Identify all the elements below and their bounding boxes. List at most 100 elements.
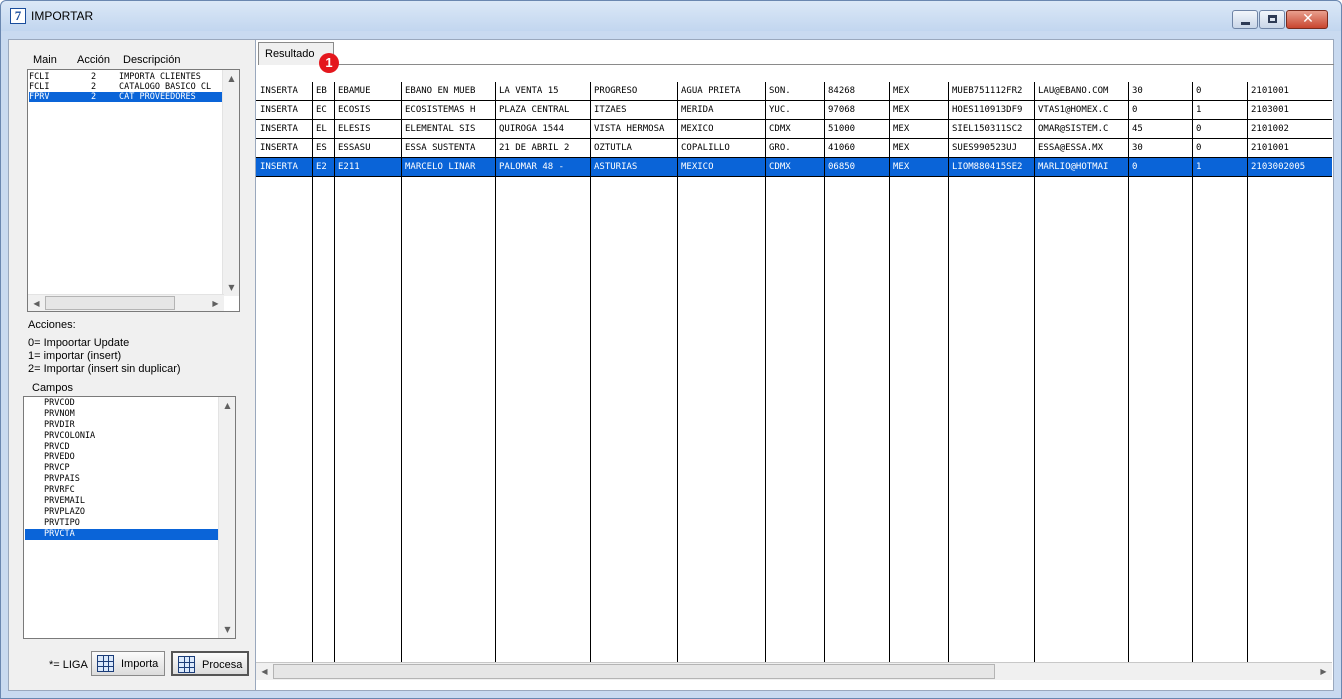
table-cell[interactable]: ESSASU [335, 139, 401, 157]
table-cell[interactable]: 2103001 [1248, 101, 1332, 119]
campos-vscroll[interactable]: ▲ ▼ [218, 397, 235, 638]
table-row[interactable]: INSERTA ES ESSASU ESSA SUSTENTA 21 DE ABRIL … [256, 139, 1332, 158]
table-cell[interactable]: ITZAES [591, 101, 677, 119]
table-cell[interactable]: PLAZA CENTRAL [496, 101, 590, 119]
table-cell[interactable]: EBAMUE [335, 82, 401, 100]
table-cell[interactable]: ELEMENTAL SIS [402, 120, 495, 138]
table-cell[interactable]: E211 [335, 158, 401, 176]
table-cell[interactable]: PALOMAR 48 - [496, 158, 590, 176]
table-cell[interactable]: MEX [890, 158, 948, 176]
importa-button[interactable]: Importa [91, 651, 165, 676]
table-cell[interactable]: PROGRESO [591, 82, 677, 100]
table-cell[interactable]: OZTUTLA [591, 139, 677, 157]
table-cell[interactable]: LA VENTA 15 [496, 82, 590, 100]
table-cell[interactable]: 2103002005 [1248, 158, 1332, 176]
results-grid[interactable]: INSERTA EB EBAMUE EBANO EN MUEB LA VENTA 15 P… [256, 82, 1332, 662]
table-cell[interactable]: EB [313, 82, 334, 100]
table-cell[interactable]: 0 [1129, 158, 1192, 176]
table-cell[interactable]: MEX [890, 101, 948, 119]
table-cell[interactable]: 97068 [825, 101, 889, 119]
table-cell[interactable]: EC [313, 101, 334, 119]
table-cell[interactable]: ECOSISTEMAS H [402, 101, 495, 119]
table-cell[interactable]: 51000 [825, 120, 889, 138]
close-button[interactable]: ✕ [1286, 10, 1328, 29]
table-cell[interactable]: 0 [1193, 120, 1247, 138]
scroll-down-icon[interactable]: ▼ [219, 621, 235, 638]
scroll-right-icon[interactable]: ▶ [207, 295, 224, 311]
list-item[interactable]: FCLI 2 IMPORTA CLIENTES [29, 72, 224, 82]
table-cell[interactable]: INSERTA [257, 158, 312, 176]
table-cell[interactable]: ESSA SUSTENTA [402, 139, 495, 157]
table-cell[interactable]: YUC. [766, 101, 824, 119]
table-cell[interactable]: COPALILLO [678, 139, 765, 157]
table-cell[interactable]: AGUA PRIETA [678, 82, 765, 100]
campo-item[interactable]: PRVEDO [25, 452, 218, 463]
table-cell[interactable]: 41060 [825, 139, 889, 157]
table-cell[interactable]: 0 [1129, 101, 1192, 119]
table-cell[interactable]: MEX [890, 82, 948, 100]
table-row[interactable]: INSERTA EC ECOSIS ECOSISTEMAS H PLAZA CENTRA… [256, 101, 1332, 120]
table-cell[interactable]: 30 [1129, 82, 1192, 100]
campo-item[interactable]: PRVTIPO [25, 518, 218, 529]
table-row[interactable]: INSERTA EL ELESIS ELEMENTAL SIS QUIROGA 1544… [256, 120, 1332, 139]
scroll-up-icon[interactable]: ▲ [219, 397, 235, 414]
hscroll-thumb[interactable] [45, 296, 175, 310]
table-cell[interactable]: 30 [1129, 139, 1192, 157]
campo-item[interactable]: PRVCTA [25, 528, 218, 540]
scroll-right-icon[interactable]: ▶ [1315, 663, 1332, 680]
campos-listbox[interactable]: PRVCOD PRVNOM PRVDIR PRVCOLONIA PRVCD PRVEDO P… [23, 396, 236, 639]
list-item[interactable]: FCLI 2 CATALOGO BASICO CL [29, 82, 224, 92]
title-bar[interactable]: 7 IMPORTAR ✕ [1, 1, 1341, 31]
campo-item[interactable]: PRVRFC [25, 485, 218, 496]
table-cell[interactable]: 2101002 [1248, 120, 1332, 138]
campo-item[interactable]: PRVDIR [25, 420, 218, 431]
table-cell[interactable]: 0 [1193, 139, 1247, 157]
table-cell[interactable]: MARLIO@HOTMAI [1035, 158, 1128, 176]
main-list-vscroll[interactable]: ▲ ▼ [222, 70, 239, 296]
table-cell[interactable]: MEX [890, 139, 948, 157]
procesa-button[interactable]: Procesa [171, 651, 249, 676]
scroll-left-icon[interactable]: ◀ [256, 663, 273, 680]
table-cell[interactable]: ASTURIAS [591, 158, 677, 176]
grid-hscroll[interactable]: ◀ ▶ [256, 662, 1332, 680]
table-cell[interactable]: CDMX [766, 120, 824, 138]
campo-item[interactable]: PRVEMAIL [25, 496, 218, 507]
table-cell[interactable]: INSERTA [257, 101, 312, 119]
table-cell[interactable]: MARCELO LINAR [402, 158, 495, 176]
table-cell[interactable]: MEX [890, 120, 948, 138]
table-cell[interactable]: QUIROGA 1544 [496, 120, 590, 138]
campo-item[interactable]: PRVCOD [25, 398, 218, 409]
table-cell[interactable]: MUEB751112FR2 [949, 82, 1034, 100]
table-cell[interactable]: 21 DE ABRIL 2 [496, 139, 590, 157]
table-cell[interactable]: MEXICO [678, 120, 765, 138]
table-cell[interactable]: CDMX [766, 158, 824, 176]
table-cell[interactable]: 2101001 [1248, 139, 1332, 157]
table-cell[interactable]: ECOSIS [335, 101, 401, 119]
main-list-hscroll[interactable]: ◀ ▶ [28, 294, 224, 311]
table-cell[interactable]: ESSA@ESSA.MX [1035, 139, 1128, 157]
table-cell[interactable]: EBANO EN MUEB [402, 82, 495, 100]
grid-hscroll-thumb[interactable] [273, 664, 995, 679]
table-cell[interactable]: HOES110913DF9 [949, 101, 1034, 119]
table-cell[interactable]: EL [313, 120, 334, 138]
scroll-left-icon[interactable]: ◀ [28, 295, 45, 311]
table-cell[interactable]: 1 [1193, 158, 1247, 176]
table-cell[interactable]: 06850 [825, 158, 889, 176]
table-cell[interactable]: VTAS1@HOMEX.C [1035, 101, 1128, 119]
table-cell[interactable]: LAU@EBANO.COM [1035, 82, 1128, 100]
maximize-button[interactable] [1259, 10, 1285, 29]
main-listbox[interactable]: FCLI 2 IMPORTA CLIENTES FCLI 2 CATALOGO BASIC… [27, 69, 240, 312]
table-cell[interactable]: 2101001 [1248, 82, 1332, 100]
scroll-up-icon[interactable]: ▲ [223, 70, 239, 87]
campo-item[interactable]: PRVPAIS [25, 474, 218, 485]
table-cell[interactable]: LIOM880415SE2 [949, 158, 1034, 176]
table-cell[interactable]: MEXICO [678, 158, 765, 176]
campo-item[interactable]: PRVCD [25, 442, 218, 453]
list-item[interactable]: FPRV 2 CAT PROVEEDORES [29, 92, 224, 102]
table-cell[interactable]: ELESIS [335, 120, 401, 138]
table-cell[interactable]: 45 [1129, 120, 1192, 138]
table-cell[interactable]: INSERTA [257, 82, 312, 100]
table-cell[interactable]: VISTA HERMOSA [591, 120, 677, 138]
table-cell[interactable]: INSERTA [257, 120, 312, 138]
table-row[interactable]: INSERTA E2 E211 MARCELO LINAR PALOMAR 48 - AS… [256, 158, 1332, 177]
